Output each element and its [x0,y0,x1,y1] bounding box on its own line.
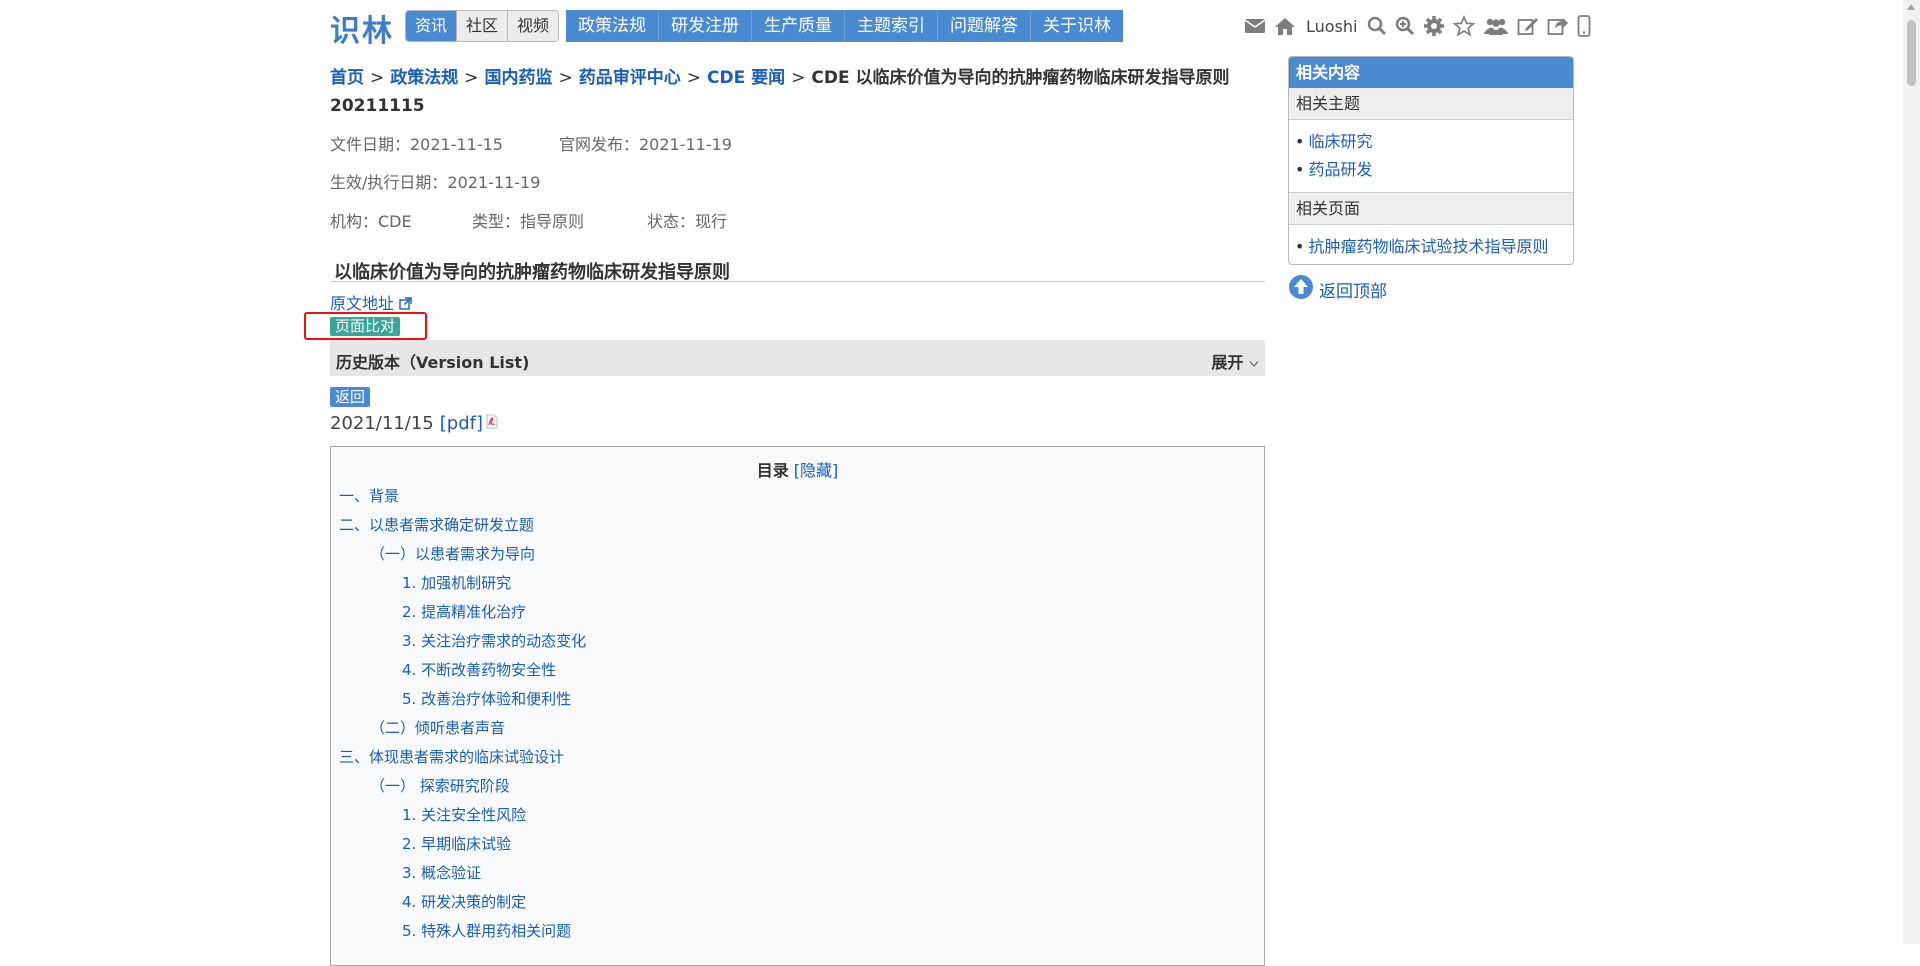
segment-community[interactable]: 社区 [456,11,508,41]
toc-item[interactable]: 一、背景 [339,485,399,506]
breadcrumb-domestic-regulator[interactable]: 国内药监 [485,68,553,88]
version-pdf-link[interactable]: [pdf] [440,413,483,434]
related-pages-title: 相关页面 [1289,192,1573,225]
external-link-icon [399,294,412,313]
toc-item[interactable]: 1. 关注安全性风险 [402,804,526,825]
breadcrumb-separator: > [370,68,385,88]
highlight-box [304,312,427,340]
version-history-bar[interactable]: 历史版本（Version List) 展开 [330,340,1265,376]
list-item[interactable]: • 临床研究 [1295,128,1573,156]
toc-item[interactable]: 2. 早期临床试验 [402,833,511,854]
back-button[interactable]: 返回 [330,387,371,407]
vertical-scrollbar[interactable] [1903,0,1920,944]
toc-item[interactable]: 2. 提高精准化治疗 [402,601,526,622]
origin-link-text[interactable]: 原文地址 [330,294,394,313]
breadcrumb-cde[interactable]: 药品审评中心 [579,68,681,88]
bullet: • [1295,132,1305,151]
back-to-top[interactable]: 返回顶部 [1288,274,1387,305]
toc-item[interactable]: 4. 研发决策的制定 [402,891,526,912]
content-type-switch: 资讯 社区 视频 [405,10,560,42]
nav-policy[interactable]: 政策法规 [566,10,658,42]
toc-title: 目录 [756,461,789,480]
breadcrumb-separator: > [464,68,479,88]
nav-topic-index[interactable]: 主题索引 [844,10,937,42]
main-nav: 政策法规 研发注册 生产质量 主题索引 问题解答 关于识林 [566,10,1123,42]
breadcrumb-home[interactable]: 首页 [330,68,364,88]
bullet: • [1295,237,1305,256]
related-content-panel: 相关内容 相关主题 • 临床研究 • 药品研发 相关页面 • 抗肿瘤药物临床试验技术指… [1288,56,1574,265]
toc-hide-link[interactable]: [隐藏] [794,461,839,480]
toc-item[interactable]: 三、体现患者需求的临床试验设计 [339,746,564,767]
breadcrumb-separator: > [558,68,573,88]
user-toolbar: Luoshi [1244,10,1591,42]
gear-icon[interactable] [1423,15,1445,37]
breadcrumb-separator: > [791,68,806,88]
toc-item[interactable]: 二、以患者需求确定研发立题 [339,514,534,535]
pdf-icon [485,413,498,434]
related-content-header: 相关内容 [1289,57,1573,88]
related-topic-link[interactable]: 临床研究 [1308,132,1372,151]
toc-item[interactable]: 5. 改善治疗体验和便利性 [402,688,571,709]
related-topic-link[interactable]: 药品研发 [1308,160,1372,179]
scroll-up-arrow[interactable] [1907,4,1915,10]
related-page-link[interactable]: 抗肿瘤药物临床试验技术指导原则 [1308,237,1548,256]
home-icon[interactable] [1274,16,1296,36]
toc-item[interactable]: 3. 概念验证 [402,862,481,883]
chevron-down-icon [1249,353,1259,372]
version-date: 2021/11/15 [330,413,434,434]
breadcrumb-policy[interactable]: 政策法规 [390,68,458,88]
organization: 机构：CDE [330,212,412,231]
table-of-contents: 目录 [隐藏] 一、背景 二、以患者需求确定研发立题 （一）以患者需求为导向 1… [330,446,1265,966]
group-icon[interactable] [1483,16,1509,36]
nav-rnd-registration[interactable]: 研发注册 [658,10,751,42]
related-pages-list: • 抗肿瘤药物临床试验技术指导原则 [1289,225,1573,264]
expand-label: 展开 [1211,353,1244,372]
segment-news[interactable]: 资讯 [406,11,457,41]
toc-item[interactable]: 5. 特殊人群用药相关问题 [402,920,571,941]
list-item[interactable]: • 药品研发 [1295,156,1573,184]
scrollbar-thumb[interactable] [1907,20,1916,86]
bullet: • [1295,160,1305,179]
document-type: 类型：指导原则 [472,212,585,231]
edit-icon[interactable] [1517,16,1539,36]
breadcrumb: 首页 > 政策法规 > 国内药监 > 药品审评中心 > CDE 要闻 > CDE 以临床价值为导向的… [330,64,1230,120]
toc-item[interactable]: 3. 关注治疗需求的动态变化 [402,630,586,651]
file-date: 文件日期：2021-11-15 [330,135,503,154]
list-item[interactable]: • 抗肿瘤药物临床试验技术指导原则 [1295,233,1573,261]
toc-item[interactable]: （一） 探索研究阶段 [370,775,510,796]
arrow-up-circle-icon [1288,274,1314,305]
breadcrumb-separator: > [686,68,701,88]
mail-icon[interactable] [1244,17,1266,35]
related-topics-list: • 临床研究 • 药品研发 [1289,120,1573,192]
nav-production-quality[interactable]: 生产质量 [751,10,844,42]
mobile-icon[interactable] [1577,15,1591,37]
effective-date: 生效/执行日期：2021-11-19 [330,173,541,192]
related-topics-title: 相关主题 [1289,88,1573,120]
document-status: 状态：现行 [647,212,728,231]
nav-qa[interactable]: 问题解答 [937,10,1030,42]
nav-about[interactable]: 关于识林 [1030,10,1123,42]
username[interactable]: Luoshi [1306,17,1357,36]
search-icon[interactable] [1367,16,1387,36]
toc-header: 目录 [隐藏] [331,457,1264,481]
toc-item[interactable]: 1. 加强机制研究 [402,572,511,593]
breadcrumb-cde-news[interactable]: CDE 要闻 [707,68,785,88]
toc-item[interactable]: （二）倾听患者声音 [370,717,505,738]
share-icon[interactable] [1547,16,1569,36]
toc-item[interactable]: （一）以患者需求为导向 [370,543,535,564]
title-divider [330,281,1265,282]
publish-date: 官网发布：2021-11-19 [559,135,732,154]
version-entry: 2021/11/15 [pdf] [330,413,498,434]
version-history-title: 历史版本（Version List) [336,353,530,372]
segment-video[interactable]: 视频 [507,11,559,41]
star-icon[interactable] [1453,15,1476,37]
version-history-toggle[interactable]: 展开 [1211,349,1259,373]
zoom-search-icon[interactable] [1395,16,1415,36]
back-to-top-label: 返回顶部 [1319,282,1387,302]
origin-link[interactable]: 原文地址 [330,290,412,314]
site-logo[interactable]: 识林 [330,6,394,50]
toc-item[interactable]: 4. 不断改善药物安全性 [402,659,556,680]
